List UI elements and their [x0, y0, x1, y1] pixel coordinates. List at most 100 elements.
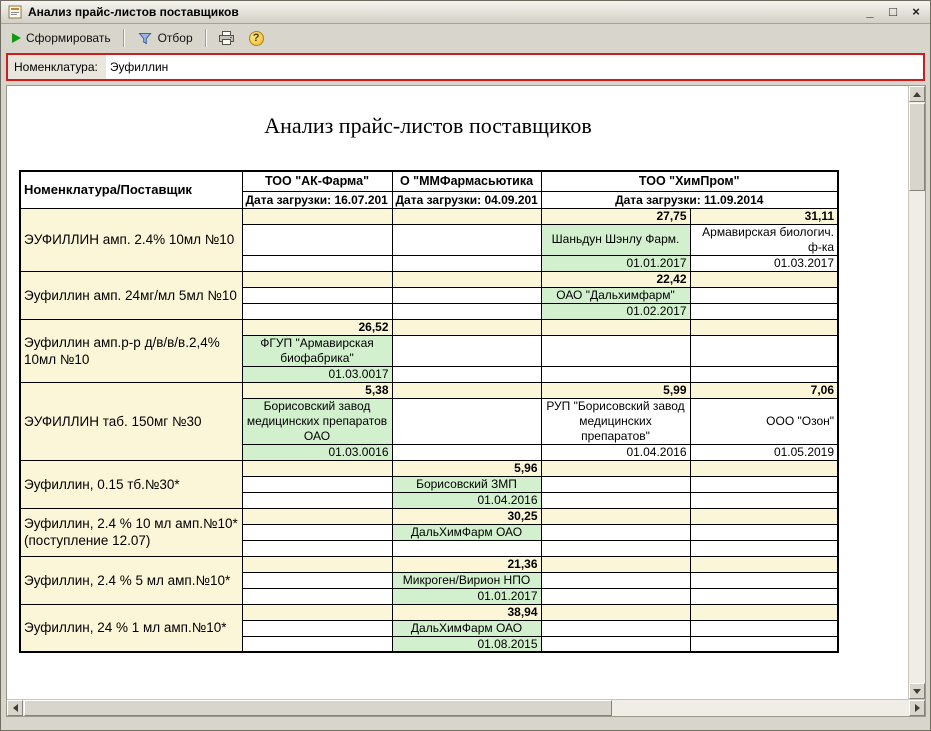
date-cell[interactable]	[242, 255, 392, 271]
supplier-cell[interactable]	[541, 524, 690, 540]
supplier-cell[interactable]	[541, 335, 690, 366]
price-cell[interactable]: 7,06	[690, 382, 838, 398]
supplier-cell[interactable]	[392, 224, 541, 255]
price-cell[interactable]	[242, 271, 392, 287]
date-cell[interactable]	[541, 540, 690, 556]
supplier-cell[interactable]: ООО "Озон"	[690, 398, 838, 444]
date-cell[interactable]	[242, 492, 392, 508]
price-cell[interactable]	[541, 460, 690, 476]
price-cell[interactable]	[541, 508, 690, 524]
price-cell[interactable]	[242, 556, 392, 572]
vertical-scroll-thumb[interactable]	[909, 103, 925, 191]
nomenclature-input[interactable]	[106, 55, 923, 79]
date-cell[interactable]: 01.08.2015	[392, 636, 541, 652]
supplier-cell[interactable]	[690, 335, 838, 366]
print-button[interactable]	[213, 27, 241, 50]
date-cell[interactable]	[392, 540, 541, 556]
supplier-cell[interactable]: Микроген/Вирион НПО	[392, 572, 541, 588]
horizontal-scroll-thumb[interactable]	[24, 700, 612, 716]
date-cell[interactable]: 01.02.2017	[541, 303, 690, 319]
date-cell[interactable]	[690, 588, 838, 604]
date-cell[interactable]	[242, 540, 392, 556]
date-cell[interactable]	[541, 366, 690, 382]
load-date-header-cell[interactable]: Дата загрузки: 11.09.2014	[541, 191, 838, 208]
supplier-cell[interactable]	[541, 620, 690, 636]
price-cell[interactable]	[242, 508, 392, 524]
date-cell[interactable]	[690, 540, 838, 556]
date-cell[interactable]: 01.05.2019	[690, 444, 838, 460]
supplier-cell[interactable]	[690, 476, 838, 492]
price-cell[interactable]	[392, 319, 541, 335]
minimize-button[interactable]: _	[862, 4, 878, 20]
price-cell[interactable]	[392, 271, 541, 287]
date-cell[interactable]	[541, 492, 690, 508]
load-date-header-cell[interactable]: Дата загрузки: 04.09.201	[392, 191, 541, 208]
price-cell[interactable]: 5,96	[392, 460, 541, 476]
supplier-header-cell[interactable]: О "ММФармасьютика	[392, 171, 541, 191]
date-cell[interactable]	[690, 636, 838, 652]
close-button[interactable]: ×	[908, 4, 924, 20]
price-cell[interactable]: 30,25	[392, 508, 541, 524]
date-cell[interactable]	[242, 303, 392, 319]
supplier-cell[interactable]	[690, 572, 838, 588]
price-cell[interactable]	[690, 604, 838, 620]
supplier-cell[interactable]: ДальХимФарм ОАО	[392, 524, 541, 540]
supplier-cell[interactable]	[541, 572, 690, 588]
supplier-cell[interactable]	[392, 335, 541, 366]
product-name-cell[interactable]: ЭУФИЛЛИН таб. 150мг №30	[20, 382, 242, 460]
product-name-cell[interactable]: ЭУФИЛЛИН амп. 2.4% 10мл №10	[20, 208, 242, 271]
supplier-cell[interactable]	[242, 287, 392, 303]
scroll-down-button[interactable]	[909, 683, 925, 699]
supplier-cell[interactable]	[392, 398, 541, 444]
price-cell[interactable]	[690, 271, 838, 287]
price-cell[interactable]: 38,94	[392, 604, 541, 620]
supplier-header-cell[interactable]: ТОО "ХимПром"	[541, 171, 838, 191]
supplier-cell[interactable]	[242, 476, 392, 492]
price-cell[interactable]	[392, 208, 541, 224]
date-cell[interactable]	[392, 444, 541, 460]
date-cell[interactable]	[392, 303, 541, 319]
date-cell[interactable]	[690, 492, 838, 508]
product-name-cell[interactable]: Эуфиллин амп. 24мг/мл 5мл №10	[20, 271, 242, 319]
price-cell[interactable]	[242, 208, 392, 224]
date-cell[interactable]	[242, 636, 392, 652]
supplier-cell[interactable]: ОАО "Дальхимфарм"	[541, 287, 690, 303]
date-cell[interactable]: 01.03.2017	[690, 255, 838, 271]
date-cell[interactable]	[392, 366, 541, 382]
maximize-button[interactable]: □	[885, 4, 901, 20]
date-cell[interactable]	[690, 366, 838, 382]
date-cell[interactable]	[690, 303, 838, 319]
price-cell[interactable]: 31,11	[690, 208, 838, 224]
supplier-header-cell[interactable]: ТОО "АК-Фарма"	[242, 171, 392, 191]
product-name-cell[interactable]: Эуфиллин, 2.4 % 5 мл амп.№10*	[20, 556, 242, 604]
price-cell[interactable]: 5,38	[242, 382, 392, 398]
price-cell[interactable]: 22,42	[541, 271, 690, 287]
supplier-cell[interactable]	[242, 620, 392, 636]
supplier-cell[interactable]	[690, 620, 838, 636]
date-cell[interactable]: 01.01.2017	[541, 255, 690, 271]
date-cell[interactable]: 01.03.0017	[242, 366, 392, 382]
filter-button[interactable]: Отбор	[131, 27, 199, 50]
product-name-cell[interactable]: Эуфиллин, 2.4 % 10 мл амп.№10* (поступле…	[20, 508, 242, 556]
supplier-cell[interactable]: Борисовский завод медицинских препаратов…	[242, 398, 392, 444]
supplier-cell[interactable]	[392, 287, 541, 303]
date-cell[interactable]	[242, 588, 392, 604]
product-name-cell[interactable]: Эуфиллин амп.р-р д/в/в/в.2,4% 10мл №10	[20, 319, 242, 382]
date-cell[interactable]: 01.03.0016	[242, 444, 392, 460]
corner-header-cell[interactable]: Номенклатура/Поставщик	[20, 171, 242, 208]
price-cell[interactable]	[541, 556, 690, 572]
supplier-cell[interactable]	[242, 224, 392, 255]
price-cell[interactable]: 21,36	[392, 556, 541, 572]
supplier-cell[interactable]	[690, 287, 838, 303]
date-cell[interactable]	[541, 636, 690, 652]
supplier-cell[interactable]: ФГУП "Армавирская биофабрика"	[242, 335, 392, 366]
supplier-cell[interactable]: РУП "Борисовский завод медицинских препа…	[541, 398, 690, 444]
scroll-left-button[interactable]	[7, 700, 23, 716]
price-cell[interactable]	[541, 604, 690, 620]
price-cell[interactable]	[242, 604, 392, 620]
price-cell[interactable]: 26,52	[242, 319, 392, 335]
supplier-cell[interactable]: Армавирская биологич. ф-ка	[690, 224, 838, 255]
generate-button[interactable]: Сформировать	[6, 27, 117, 49]
supplier-cell[interactable]	[690, 524, 838, 540]
price-cell[interactable]: 27,75	[541, 208, 690, 224]
